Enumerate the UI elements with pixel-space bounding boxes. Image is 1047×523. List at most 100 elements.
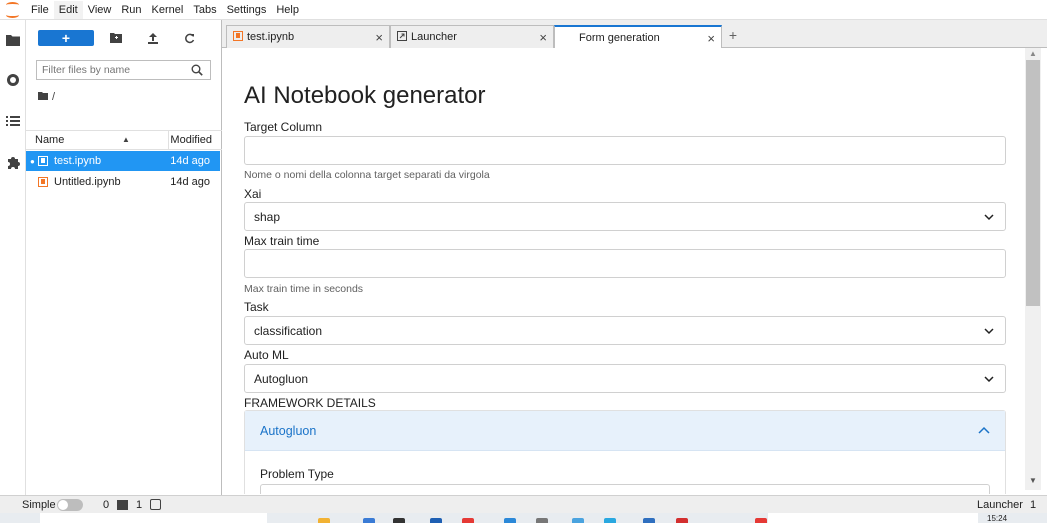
xai-label: Xai <box>244 187 262 201</box>
taskbar-app-icon[interactable] <box>318 518 330 523</box>
tab-form-generation[interactable]: Form generation × <box>554 25 722 49</box>
sort-ascending-icon: ▲ <box>122 135 130 144</box>
tab-count: 1 <box>1030 499 1037 511</box>
tab-label: test.ipynb <box>247 31 295 43</box>
tab-label: Launcher <box>411 31 457 43</box>
file-list-header: Name ▲ Modified <box>26 130 222 150</box>
file-row[interactable]: ● test.ipynb 14d ago <box>26 151 220 171</box>
notebook-icon <box>38 156 48 166</box>
menu-edit[interactable]: Edit <box>53 0 83 19</box>
notebook-icon <box>38 177 48 187</box>
menu-help[interactable]: Help <box>271 1 304 19</box>
simple-mode-label: Simple <box>22 499 56 511</box>
toc-icon[interactable] <box>0 108 26 134</box>
menu-view[interactable]: View <box>83 1 117 19</box>
column-divider[interactable] <box>168 131 169 149</box>
auto-ml-label: Auto ML <box>244 348 289 362</box>
breadcrumb-root[interactable]: / <box>52 91 55 103</box>
menubar: File Edit View Run Kernel Tabs Settings … <box>0 0 1047 20</box>
column-modified-header[interactable]: Modified <box>170 134 212 146</box>
task-label: Task <box>244 300 269 314</box>
taskbar-app-icon[interactable] <box>643 518 655 523</box>
form-scrollbar[interactable]: ▲ ▼ <box>1025 48 1041 490</box>
filter-files-box <box>36 60 211 80</box>
taskbar-tray-area <box>768 513 978 523</box>
menu-kernel[interactable]: Kernel <box>147 1 189 19</box>
max-train-time-help: Max train time in seconds <box>244 283 364 295</box>
target-column-help: Nome o nomi della colonna target separat… <box>244 169 490 181</box>
max-train-time-label: Max train time <box>244 234 320 248</box>
accordion-title: Autogluon <box>260 424 317 438</box>
folder-icon[interactable] <box>0 27 26 53</box>
add-tab-icon[interactable]: + <box>725 27 741 43</box>
tab-bar: test.ipynb × Launcher × Form generation … <box>222 20 1047 49</box>
auto-ml-select[interactable]: Autogluon <box>244 364 1006 393</box>
left-activity-bar <box>0 20 26 495</box>
tab-test-ipynb[interactable]: test.ipynb × <box>226 25 390 48</box>
extension-icon[interactable] <box>0 149 26 175</box>
auto-ml-value: Autogluon <box>254 372 309 386</box>
xai-select[interactable]: shap <box>244 202 1006 231</box>
taskbar-app-icon[interactable] <box>536 518 548 523</box>
os-taskbar: 15:24 <box>0 513 1047 523</box>
file-name: test.ipynb <box>54 155 102 167</box>
chevron-up-icon[interactable] <box>977 424 991 438</box>
column-name-header[interactable]: Name <box>35 134 64 146</box>
running-indicator-icon: ● <box>30 156 35 166</box>
jupyterlab-window: File Edit View Run Kernel Tabs Settings … <box>0 0 1047 523</box>
chevron-down-icon <box>984 328 994 335</box>
menu-settings[interactable]: Settings <box>222 1 272 19</box>
menu-tabs[interactable]: Tabs <box>188 1 221 19</box>
taskbar-search-area[interactable] <box>40 513 267 523</box>
simple-mode-toggle[interactable] <box>57 499 83 511</box>
taskbar-clock[interactable]: 15:24 <box>987 514 1007 523</box>
search-icon[interactable] <box>191 64 203 79</box>
problem-type-label: Problem Type <box>260 467 334 481</box>
menu-run[interactable]: Run <box>116 1 146 19</box>
running-icon[interactable] <box>0 67 26 93</box>
new-launcher-button[interactable]: + <box>38 30 94 46</box>
breadcrumb: / <box>38 90 55 104</box>
page-title: AI Notebook generator <box>244 82 486 109</box>
terminal-icon[interactable] <box>117 500 128 510</box>
taskbar-app-icon[interactable] <box>676 518 688 523</box>
terminal-count: 0 <box>103 499 110 511</box>
close-icon[interactable]: × <box>375 30 383 45</box>
target-column-input[interactable] <box>244 136 1006 165</box>
taskbar-app-icon[interactable] <box>393 518 405 523</box>
taskbar-app-icon[interactable] <box>604 518 616 523</box>
taskbar-app-icon[interactable] <box>572 518 584 523</box>
accordion-header[interactable]: Autogluon <box>245 411 1005 451</box>
current-mode: Launcher <box>977 499 1023 511</box>
folder-icon[interactable] <box>38 91 48 103</box>
framework-accordion: Autogluon Problem Type <box>244 410 1006 494</box>
form-panel: AI Notebook generator Target Column Nome… <box>224 48 1024 494</box>
file-modified: 14d ago <box>170 155 210 167</box>
file-name: Untitled.ipynb <box>54 176 121 188</box>
taskbar-app-icon[interactable] <box>430 518 442 523</box>
taskbar-app-icon[interactable] <box>363 518 375 523</box>
refresh-icon[interactable] <box>179 30 199 46</box>
filter-files-input[interactable] <box>37 61 187 79</box>
close-icon[interactable]: × <box>707 31 715 46</box>
max-train-time-input[interactable] <box>244 249 1006 278</box>
taskbar-app-icon[interactable] <box>504 518 516 523</box>
xai-value: shap <box>254 210 281 224</box>
problem-type-select[interactable] <box>260 484 990 494</box>
upload-icon[interactable] <box>143 30 163 46</box>
new-folder-icon[interactable] <box>106 30 126 46</box>
close-icon[interactable]: × <box>539 30 547 45</box>
menu-file[interactable]: File <box>26 1 54 19</box>
tab-launcher[interactable]: Launcher × <box>390 25 554 48</box>
scroll-down-icon[interactable]: ▼ <box>1025 474 1041 488</box>
taskbar-app-icon[interactable] <box>755 518 767 523</box>
scroll-up-icon[interactable]: ▲ <box>1025 48 1041 60</box>
chevron-down-icon <box>984 214 994 221</box>
jupyter-logo-icon <box>0 0 26 20</box>
scrollbar-thumb[interactable] <box>1026 60 1040 306</box>
task-select[interactable]: classification <box>244 316 1006 345</box>
task-value: classification <box>254 324 323 338</box>
file-row[interactable]: Untitled.ipynb 14d ago <box>26 172 220 192</box>
taskbar-app-icon[interactable] <box>462 518 474 523</box>
kernel-icon[interactable] <box>150 499 161 510</box>
